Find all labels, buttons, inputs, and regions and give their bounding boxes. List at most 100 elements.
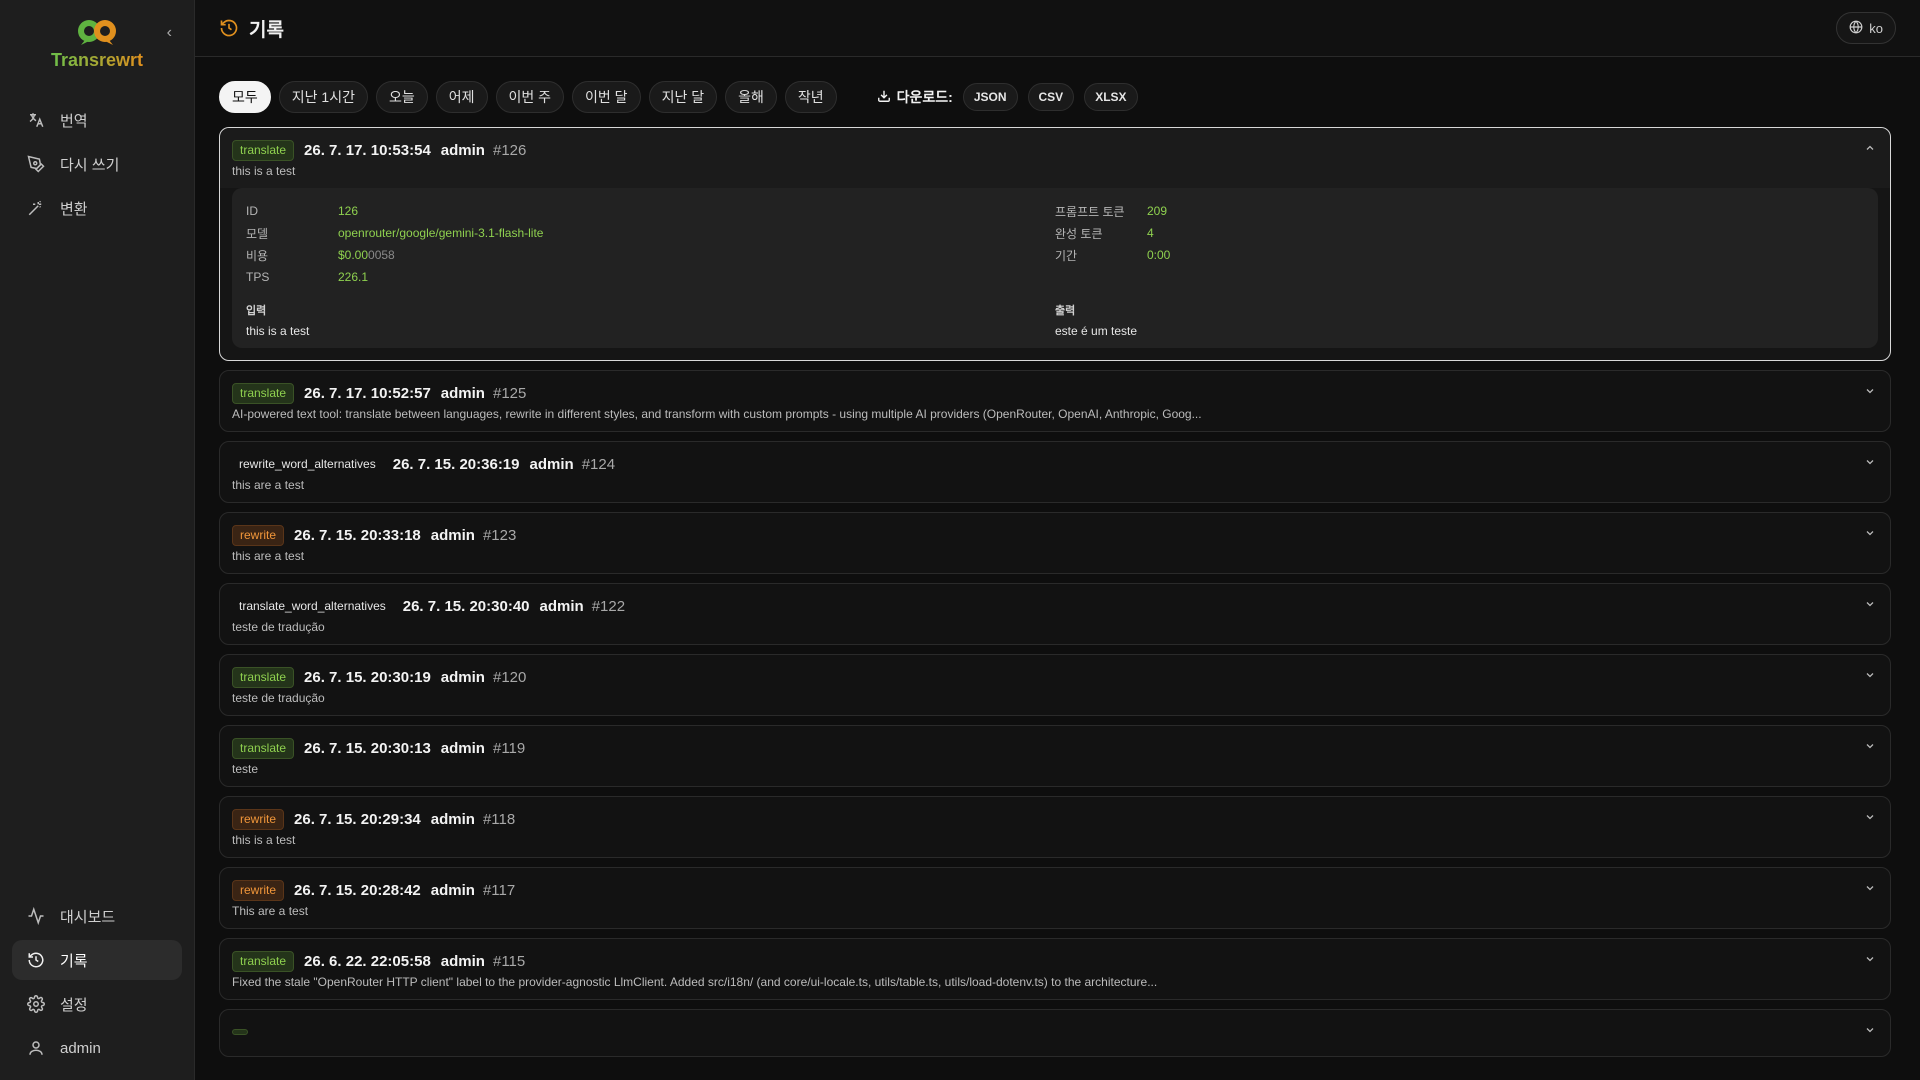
history-entry[interactable]: rewrite_word_alternatives 26. 7. 15. 20:3…: [219, 441, 1891, 503]
filter-this-month[interactable]: 이번 달: [572, 81, 641, 113]
chevron-down-icon[interactable]: [1864, 953, 1876, 968]
chevron-up-icon[interactable]: [1864, 142, 1876, 157]
type-badge: rewrite: [232, 808, 285, 830]
page-title: 기록: [249, 19, 284, 41]
history-entry[interactable]: translate 26. 7. 17. 10:52:57 admin #125 AI-…: [219, 370, 1891, 432]
chevron-down-icon[interactable]: [1864, 811, 1876, 826]
detail-key: 완성 토큰: [1055, 226, 1103, 241]
detail-model: openrouter/google/gemini-3.1-flash-lite: [338, 226, 544, 240]
filter-today[interactable]: 오늘: [375, 81, 428, 113]
wand-icon: [26, 198, 46, 218]
download-csv-button[interactable]: CSV: [1027, 83, 1075, 111]
history-entry[interactable]: [219, 1009, 1891, 1057]
type-badge: [232, 1029, 248, 1035]
history-entry[interactable]: translate 26. 7. 15. 20:30:19 admin #120 tes…: [219, 654, 1891, 716]
filter-this-week[interactable]: 이번 주: [495, 81, 565, 113]
entry-timestamp: 26. 6. 22. 22:05:58: [304, 952, 431, 970]
entry-user: admin: [440, 668, 485, 686]
entry-preview: AI-powered text tool: translate between …: [232, 407, 1202, 421]
sidebar-item-user[interactable]: admin: [12, 1028, 182, 1068]
detail-id: 126: [338, 204, 359, 218]
detail-cost: $0.000058: [338, 248, 395, 262]
entry-preview: this is a test: [232, 164, 296, 178]
detail-key: 프롬프트 토큰: [1055, 204, 1125, 219]
download-xlsx-button[interactable]: XLSX: [1084, 83, 1138, 111]
entry-id: #118: [482, 810, 516, 828]
pen-icon: [26, 154, 46, 174]
entry-preview: this is a test: [232, 833, 296, 847]
chevron-down-icon[interactable]: [1864, 385, 1876, 400]
entry-preview: teste de tradução: [232, 691, 325, 705]
sidebar-item-transform[interactable]: 변환: [12, 188, 182, 228]
entry-user: admin: [430, 526, 475, 544]
type-badge: translate: [232, 382, 295, 404]
detail-key: 모델: [246, 226, 269, 241]
entry-user: admin: [430, 881, 475, 899]
input-label: 입력: [246, 305, 267, 317]
topbar: 기록 ko: [195, 0, 1920, 57]
input-text: this is a test: [246, 324, 310, 338]
sidebar-item-label: 변환: [60, 200, 88, 218]
history-entry-expanded[interactable]: translate 26. 7. 17. 10:53:54 admin #126…: [219, 127, 1891, 361]
history-content: 모두 지난 1시간 오늘 어제 이번 주 이번 달 지난 달 올해 작년 다운로…: [195, 57, 1920, 1080]
history-entry[interactable]: rewrite 26. 7. 15. 20:29:34 admin #118 this …: [219, 796, 1891, 858]
sidebar-item-settings[interactable]: 설정: [12, 984, 182, 1024]
history-entry[interactable]: translate 26. 7. 15. 20:30:13 admin #119 tes…: [219, 725, 1891, 787]
user-icon: [26, 1038, 46, 1058]
chevron-down-icon[interactable]: [1864, 882, 1876, 897]
language-code: ko: [1869, 20, 1883, 36]
entry-timestamp: 26. 7. 15. 20:30:13: [304, 739, 431, 757]
entry-preview: teste: [232, 762, 259, 776]
history-entry[interactable]: translate_word_alternatives 26. 7. 15. 20…: [219, 583, 1891, 645]
entry-preview: this are a test: [232, 478, 305, 492]
sidebar-item-history[interactable]: 기록: [12, 940, 182, 980]
filter-last-hour[interactable]: 지난 1시간: [278, 81, 368, 113]
sidebar-item-label: 번역: [60, 112, 88, 130]
history-entry[interactable]: rewrite 26. 7. 15. 20:33:18 admin #123 this …: [219, 512, 1891, 574]
sidebar-item-dashboard[interactable]: 대시보드: [12, 896, 182, 936]
activity-icon: [26, 906, 46, 926]
history-entry[interactable]: translate 26. 6. 22. 22:05:58 admin #115 Fix…: [219, 938, 1891, 1000]
type-badge: translate: [232, 737, 295, 759]
filter-last-month[interactable]: 지난 달: [648, 81, 718, 113]
language-button[interactable]: ko: [1836, 12, 1896, 44]
history-entry[interactable]: rewrite 26. 7. 15. 20:28:42 admin #117 This …: [219, 867, 1891, 929]
sidebar-item-translate[interactable]: 번역: [12, 100, 182, 140]
sidebar: Transrewrt ‹ 번역 다시 쓰기 변환 대시보드 기록 설정 admi…: [0, 0, 195, 1080]
entry-timestamp: 26. 7. 15. 20:28:42: [294, 881, 421, 899]
cost-dim: 0058: [368, 248, 395, 262]
sidebar-item-rewrite[interactable]: 다시 쓰기: [12, 144, 182, 184]
detail-key: TPS: [246, 270, 270, 284]
entry-user: admin: [440, 384, 485, 402]
entry-user: admin: [440, 739, 485, 757]
filter-all[interactable]: 모두: [219, 81, 271, 113]
filter-last-year[interactable]: 작년: [784, 81, 837, 113]
main: 기록 ko 모두 지난 1시간 오늘 어제 이번 주 이번 달 지난 달 올해 …: [195, 0, 1920, 1080]
download-label: 다운로드:: [896, 89, 953, 105]
chevron-down-icon[interactable]: [1864, 1024, 1876, 1039]
nav-top: 번역 다시 쓰기 변환: [0, 80, 194, 232]
type-badge: translate: [232, 950, 295, 972]
entry-preview: this are a test: [232, 549, 305, 563]
sidebar-item-label: 다시 쓰기: [60, 156, 120, 174]
output-text: este é um teste: [1055, 324, 1138, 338]
entry-timestamp: 26. 7. 15. 20:36:19: [392, 455, 520, 473]
chevron-down-icon[interactable]: [1864, 456, 1876, 471]
cost-main: $0.00: [338, 248, 369, 262]
entry-header[interactable]: translate 26. 7. 17. 10:53:54 admin #126…: [220, 128, 1890, 188]
entry-user: admin: [440, 952, 485, 970]
chevron-down-icon[interactable]: [1864, 527, 1876, 542]
chevron-down-icon[interactable]: [1864, 669, 1876, 684]
chevron-down-icon[interactable]: [1864, 740, 1876, 755]
entry-user: admin: [440, 141, 485, 159]
download-json-button[interactable]: JSON: [962, 83, 1018, 111]
entry-preview: Fixed the stale "OpenRouter HTTP client"…: [232, 975, 1158, 989]
entry-user: admin: [539, 597, 584, 615]
nav-bottom: 대시보드 기록 설정 admin: [0, 896, 194, 1072]
filter-yesterday[interactable]: 어제: [435, 81, 488, 113]
collapse-sidebar-button[interactable]: ‹: [167, 24, 172, 42]
chevron-down-icon[interactable]: [1864, 598, 1876, 613]
entry-id: #122: [591, 597, 626, 615]
sidebar-item-label: 설정: [60, 996, 88, 1014]
filter-this-year[interactable]: 올해: [725, 81, 777, 113]
